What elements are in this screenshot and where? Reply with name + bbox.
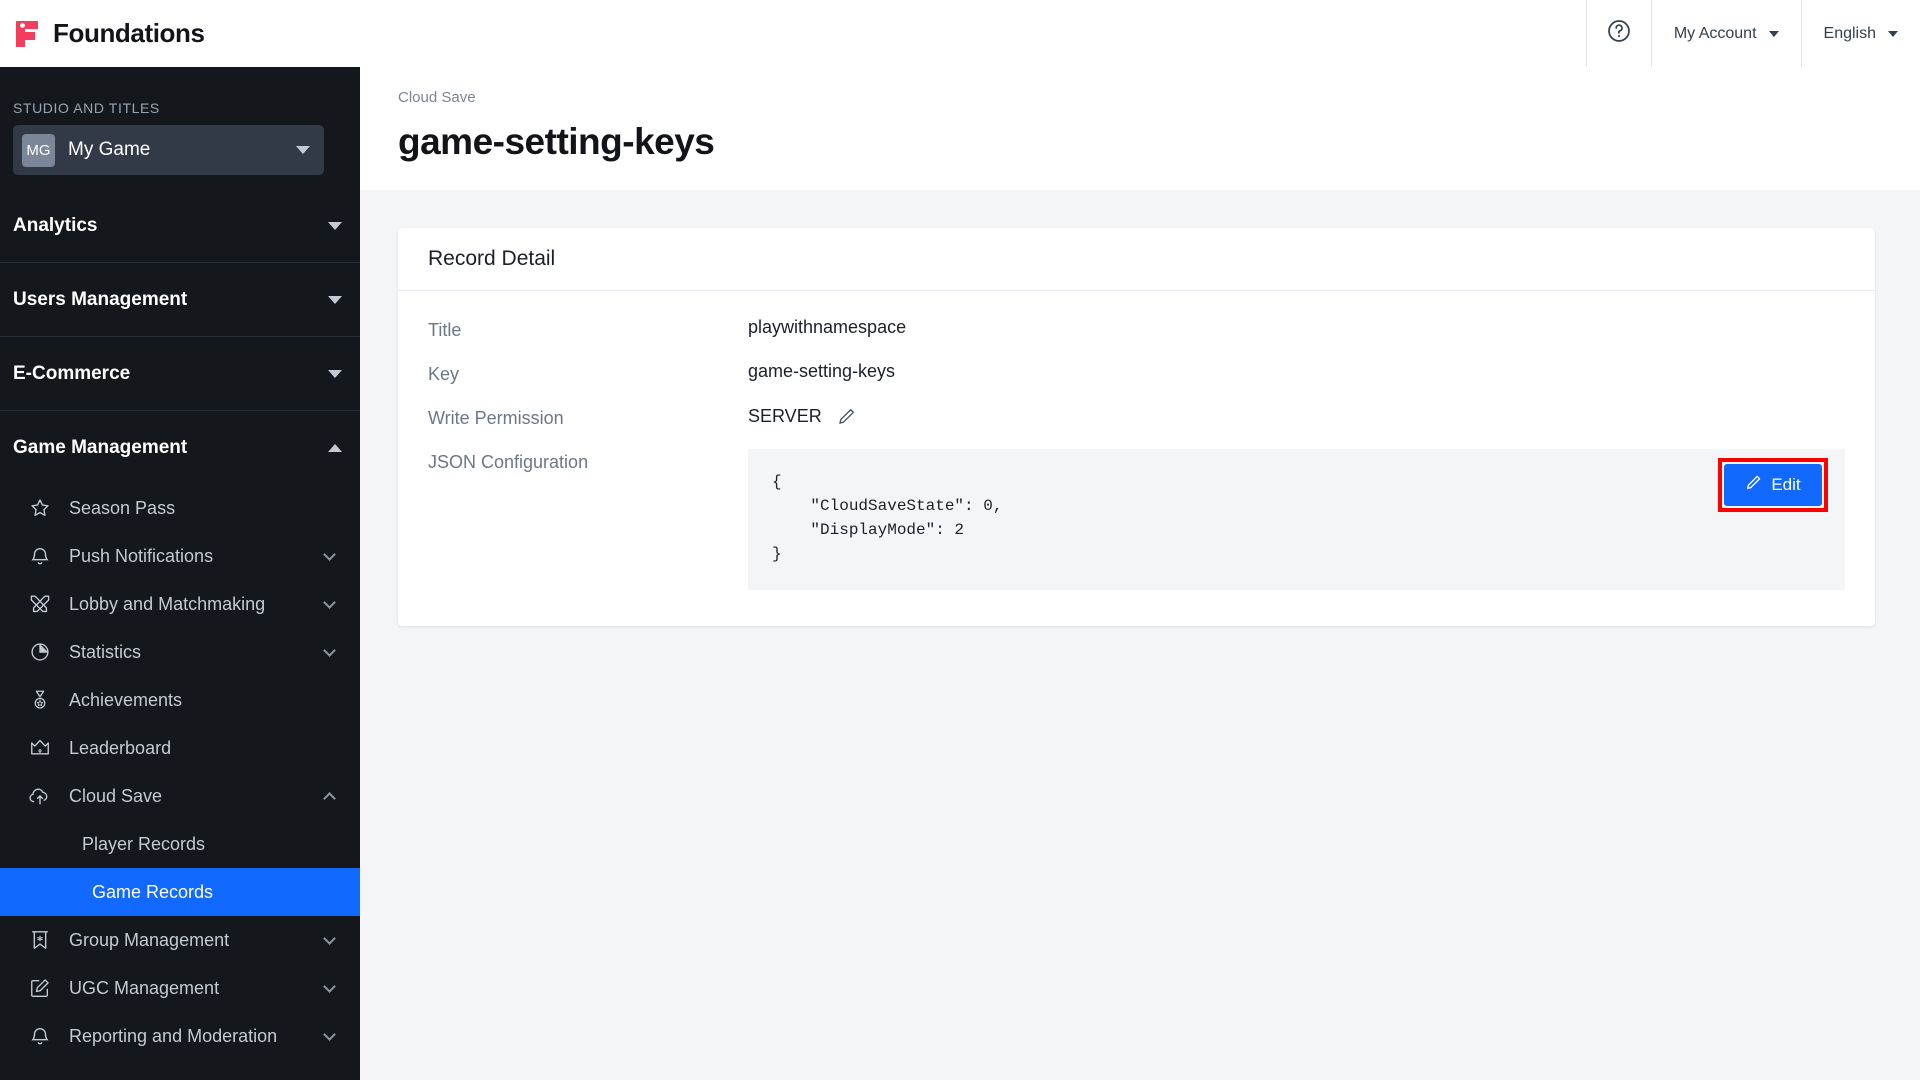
studio-name: My Game [68, 139, 151, 160]
nav-group-label: Analytics [13, 214, 98, 236]
field-row-title: Title playwithnamespace [428, 317, 1845, 341]
record-detail-card: Record Detail Title playwithnamespace Ke… [398, 228, 1875, 626]
studio-selector[interactable]: MG My Game [13, 125, 324, 175]
sidebar: STUDIO AND TITLES MG My Game Analytics U… [0, 67, 360, 1080]
chevron-down-icon [328, 221, 342, 230]
star-icon [27, 495, 53, 521]
sidebar-item-game-records[interactable]: Game Records [0, 868, 360, 916]
chevron-down-icon [328, 369, 342, 378]
sidebar-item-achievements[interactable]: Achievements [13, 676, 350, 724]
language-menu[interactable]: English [1800, 0, 1920, 67]
field-row-write-permission: Write Permission SERVER [428, 405, 1845, 429]
studio-section-label: STUDIO AND TITLES [13, 100, 160, 116]
crown-icon [27, 735, 53, 761]
banner-icon [27, 927, 53, 953]
sidebar-subitem-label: Game Records [92, 881, 214, 902]
sidebar-item-label: Season Pass [69, 497, 176, 518]
swords-icon [27, 591, 53, 617]
nav-group-label: Users Management [13, 288, 188, 310]
chevron-down-icon [1768, 30, 1779, 37]
chevron-up-icon [323, 791, 336, 805]
chevron-down-icon [323, 1027, 336, 1041]
breadcrumb[interactable]: Cloud Save [398, 89, 1920, 106]
chevron-down-icon [1888, 30, 1898, 37]
page-header: Cloud Save game-setting-keys [360, 67, 1920, 190]
nav-group-analytics[interactable]: Analytics [0, 189, 360, 262]
chevron-up-icon [328, 443, 342, 452]
sidebar-item-group-management[interactable]: Group Management [13, 916, 350, 964]
nav-group-e-commerce[interactable]: E-Commerce [0, 336, 360, 410]
nav-group-label: Game Management [13, 436, 188, 458]
medal-icon [27, 687, 53, 713]
sidebar-item-label: Statistics [69, 641, 142, 662]
bell-icon [27, 543, 53, 569]
sidebar-item-player-records[interactable]: Player Records [13, 820, 350, 868]
sidebar-item-label: UGC Management [69, 977, 220, 998]
chevron-down-icon [323, 547, 336, 561]
studio-initials-badge: MG [22, 133, 55, 167]
title-label: Title [428, 320, 462, 340]
sidebar-item-ugc-management[interactable]: UGC Management [13, 964, 350, 1012]
edit-button-label: Edit [1771, 475, 1801, 494]
write-permission-edit-pencil-icon[interactable] [836, 405, 858, 427]
sidebar-item-leaderboard[interactable]: Leaderboard [13, 724, 350, 772]
language-label: English [1823, 24, 1876, 42]
bell-icon [27, 1023, 53, 1049]
sidebar-subitem-label: Player Records [82, 833, 206, 854]
field-row-key: Key game-setting-keys [428, 361, 1845, 385]
page-title: game-setting-keys [398, 121, 715, 162]
sidebar-item-label: Leaderboard [69, 737, 172, 758]
sidebar-item-lobby-and-matchmaking[interactable]: Lobby and Matchmaking [13, 580, 350, 628]
card-body: Title playwithnamespace Key game-setting… [398, 291, 1875, 626]
field-row-json-configuration: JSON Configuration { "CloudSaveState": 0… [428, 449, 1845, 590]
sidebar-item-label: Reporting and Moderation [69, 1025, 278, 1046]
write-permission-label: Write Permission [428, 408, 564, 428]
json-configuration-block: { "CloudSaveState": 0, "DisplayMode": 2 … [748, 449, 1845, 590]
title-value: playwithnamespace [748, 317, 907, 337]
chevron-down-icon [323, 643, 336, 657]
json-configuration-value: { "CloudSaveState": 0, "DisplayMode": 2 … [772, 473, 1003, 563]
chevron-down-icon [328, 295, 342, 304]
edit-button[interactable]: Edit [1724, 464, 1822, 506]
edit-button-highlight: Edit [1718, 458, 1828, 512]
chevron-down-icon [323, 931, 336, 945]
nav-group-game-management: Game Management Season Pass Push Notific… [0, 410, 360, 1060]
sidebar-item-push-notifications[interactable]: Push Notifications [13, 532, 350, 580]
brand-logo[interactable]: Foundations [0, 18, 205, 49]
help-circle-icon [1606, 18, 1632, 49]
sidebar-item-label: Cloud Save [69, 785, 163, 806]
pencil-icon [1745, 474, 1762, 496]
sidebar-item-label: Group Management [69, 929, 230, 950]
brand-name: Foundations [53, 18, 205, 48]
chevron-down-icon [296, 146, 310, 154]
json-configuration-label: JSON Configuration [428, 452, 589, 472]
sidebar-item-cloud-save[interactable]: Cloud Save [13, 772, 350, 820]
account-menu[interactable]: My Account [1650, 0, 1801, 67]
write-permission-value-wrap: SERVER [748, 405, 1845, 427]
edit-square-icon [27, 975, 53, 1001]
sidebar-item-label: Push Notifications [69, 545, 214, 566]
chevron-down-icon [323, 979, 336, 993]
key-value: game-setting-keys [748, 361, 896, 381]
card-title: Record Detail [398, 228, 1875, 291]
chevron-down-icon [323, 595, 336, 609]
foundations-logo-icon [14, 20, 42, 48]
pie-chart-icon [27, 639, 53, 665]
sidebar-item-label: Lobby and Matchmaking [69, 593, 266, 614]
nav-group-label: E-Commerce [13, 362, 131, 384]
cloud-upload-icon [27, 783, 53, 809]
key-label: Key [428, 364, 460, 384]
write-permission-value: SERVER [748, 405, 822, 426]
nav-group-game-management-header[interactable]: Game Management [13, 411, 350, 484]
main-content: Cloud Save game-setting-keys Record Deta… [360, 67, 1920, 1080]
help-button[interactable] [1585, 0, 1651, 67]
top-bar: Foundations My Account English [0, 0, 1920, 67]
sidebar-item-statistics[interactable]: Statistics [13, 628, 350, 676]
account-label: My Account [1673, 24, 1757, 42]
sidebar-item-reporting-and-moderation[interactable]: Reporting and Moderation [13, 1012, 350, 1060]
nav-group-users-management[interactable]: Users Management [0, 262, 360, 336]
sidebar-item-label: Achievements [69, 689, 183, 710]
sidebar-item-season-pass[interactable]: Season Pass [13, 484, 350, 532]
